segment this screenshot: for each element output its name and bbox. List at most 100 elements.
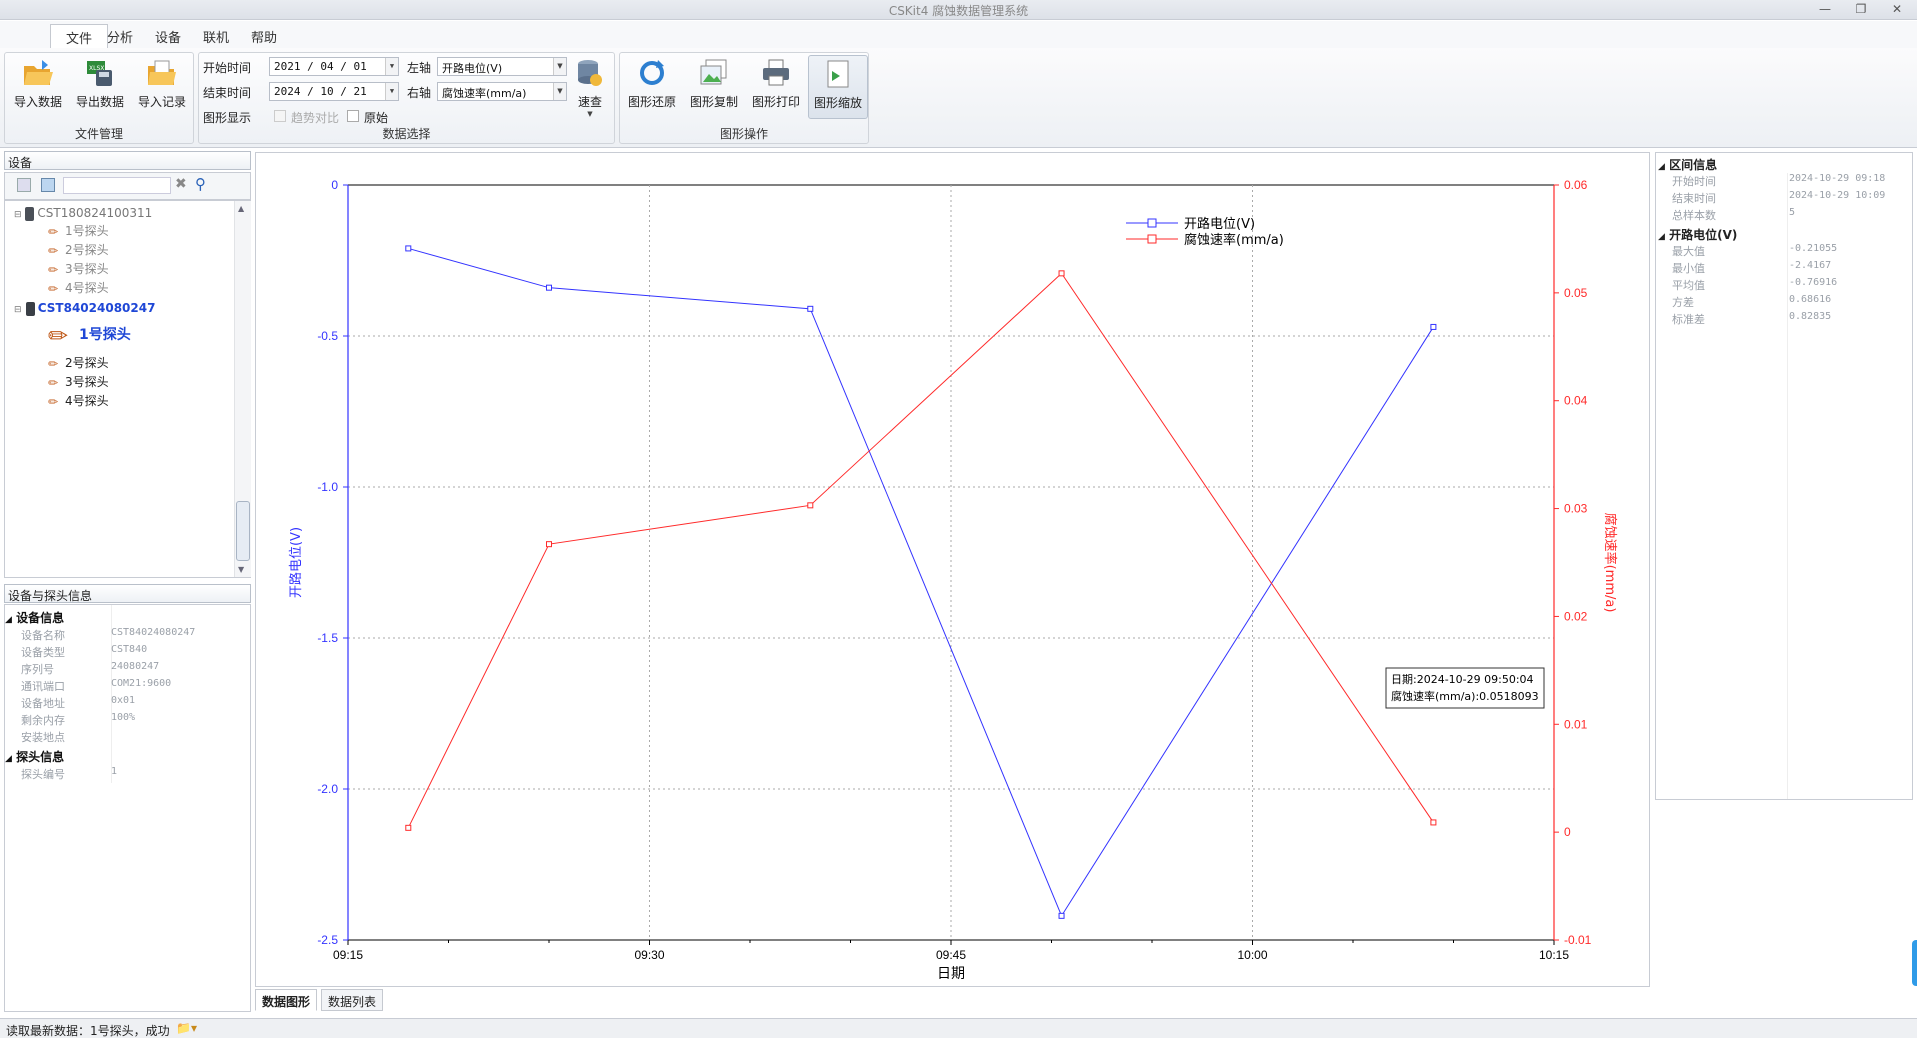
quick-query-button[interactable]: 速查 ▼ <box>569 58 611 118</box>
property-key: 标准差 <box>1672 313 1705 326</box>
chevron-down-icon[interactable]: ▼ <box>553 58 566 75</box>
property-row[interactable]: 探头编号 1 <box>5 766 245 783</box>
property-row[interactable]: 最小值 -2.4167 <box>1655 260 1895 277</box>
scroll-thumb[interactable] <box>236 501 250 561</box>
tree-probe-2-2[interactable]: ✏ 2号探头 <box>48 354 109 371</box>
trend-compare-label: 趋势对比 <box>291 111 340 125</box>
raw-axis-checkbox[interactable] <box>347 110 359 122</box>
import-data-button[interactable]: 导入数据 <box>8 58 68 112</box>
probe-label: 1号探头 <box>65 224 109 238</box>
menu-device[interactable]: 设备 <box>147 27 189 46</box>
tab-data-list[interactable]: 数据列表 <box>321 989 384 1011</box>
property-value: 100% <box>111 712 136 723</box>
graph-zoom-button[interactable]: 图形缩放 <box>808 55 868 119</box>
restore-icon[interactable]: ❐ <box>1848 1 1874 18</box>
clear-search-icon[interactable]: ✖ <box>175 176 187 192</box>
tooltip-line-1: 日期:2024-10-29 09:50:04 <box>1391 673 1534 686</box>
display-label: 图形显示 <box>203 111 252 125</box>
property-row[interactable]: 设备名称 CST84024080247 <box>5 627 245 644</box>
property-row[interactable]: 总样本数 5 <box>1655 207 1895 224</box>
tree-probe-1-1[interactable]: ✏ 1号探头 <box>48 222 109 239</box>
tree-scrollbar[interactable]: ▲ ▼ <box>234 201 251 577</box>
tree-probe-1-4[interactable]: ✏ 4号探头 <box>48 279 109 296</box>
tree-probe-1-3[interactable]: ✏ 3号探头 <box>48 260 109 277</box>
left-axis-select[interactable]: 开路电位(V) ▼ <box>437 57 567 76</box>
property-key: 最大值 <box>1672 245 1705 258</box>
side-tab-handle[interactable] <box>1912 940 1917 986</box>
tree-probe-2-3[interactable]: ✏ 3号探头 <box>48 373 109 390</box>
graph-restore-button[interactable]: 图形还原 <box>622 58 682 112</box>
probe-icon: ✏ <box>48 375 59 390</box>
device-search-input[interactable] <box>63 177 171 194</box>
search-icon[interactable]: ⚲ <box>195 175 206 193</box>
zoom-graph-icon <box>827 60 849 88</box>
data-point <box>807 305 814 312</box>
probe-label: 4号探头 <box>65 394 109 408</box>
category-label: 设备信息 <box>16 611 65 625</box>
ribbon: 导入数据 XLSX 导出数据 导入记录 文件管理 开始时间 2021 / 04 … <box>0 48 1917 148</box>
property-key: 最小值 <box>1672 262 1705 275</box>
chevron-down-icon[interactable]: ▼ <box>385 58 398 75</box>
property-row[interactable]: 通讯端口 COM21:9600 <box>5 678 245 695</box>
tree-probe-2-4[interactable]: ✏ 4号探头 <box>48 392 109 409</box>
tree-device-2[interactable]: ⊟ CST84024080247 <box>14 301 155 316</box>
status-bar: 读取最新数据：1号探头，成功 📁▾ <box>0 1018 1917 1038</box>
close-icon[interactable]: ✕ <box>1884 1 1910 18</box>
graph-zoom-label: 图形缩放 <box>813 96 862 110</box>
probe-info-category[interactable]: ◢ 探头信息 <box>5 748 64 765</box>
property-value: -0.76916 <box>1789 277 1838 288</box>
scroll-down-icon[interactable]: ▼ <box>238 565 244 574</box>
property-key: 方差 <box>1672 296 1694 309</box>
property-value: 5 <box>1789 207 1796 218</box>
start-time-field[interactable]: 2021 / 04 / 01 ▼ <box>269 57 399 76</box>
property-row[interactable]: 设备地址 0x01 <box>5 695 245 712</box>
property-row[interactable]: 结束时间 2024-10-29 10:09 <box>1655 190 1895 207</box>
right-axis-select[interactable]: 腐蚀速率(mm/a) ▼ <box>437 82 567 101</box>
tree-probe-1-2[interactable]: ✏ 2号探头 <box>48 241 109 258</box>
import-record-button[interactable]: 导入记录 <box>132 58 192 112</box>
property-key: 开始时间 <box>1672 175 1716 188</box>
property-row[interactable]: 剩余内存 100% <box>5 712 245 729</box>
property-value: 2024-10-29 10:09 <box>1789 190 1886 201</box>
property-key: 设备类型 <box>21 646 65 659</box>
ocp-category[interactable]: ◢ 开路电位(V) <box>1658 226 1737 243</box>
property-row[interactable]: 标准差 0.82835 <box>1655 311 1895 328</box>
property-row[interactable]: 开始时间 2024-10-29 09:18 <box>1655 173 1895 190</box>
left-tick-label: -1.0 <box>317 480 338 494</box>
export-data-button[interactable]: XLSX 导出数据 <box>70 58 130 112</box>
collapse-all-icon[interactable] <box>17 178 31 192</box>
trend-compare-checkbox[interactable] <box>274 110 286 122</box>
graph-copy-button[interactable]: 图形复制 <box>684 58 744 112</box>
expand-all-icon[interactable] <box>41 178 55 192</box>
status-folder-icon[interactable]: 📁▾ <box>176 1021 197 1035</box>
property-row[interactable]: 设备类型 CST840 <box>5 644 245 661</box>
range-info-category[interactable]: ◢ 区间信息 <box>1658 156 1717 173</box>
tree-probe-2-1[interactable]: ✏ 1号探头 <box>48 322 131 350</box>
data-chart[interactable]: 09:15 09:30 09:45 10:00 10:15 0 -0.5 -1.0 -1.5 -2… <box>256 153 1649 986</box>
minimize-icon[interactable]: — <box>1812 1 1838 18</box>
device-panel-header: 设备 <box>4 151 251 170</box>
chevron-down-icon[interactable]: ▼ <box>385 83 398 100</box>
scroll-up-icon[interactable]: ▲ <box>238 204 244 213</box>
tree-device-1[interactable]: ⊟ CST180824100311 <box>14 206 152 221</box>
menu-help[interactable]: 帮助 <box>243 27 285 46</box>
graph-group-label: 图形操作 <box>719 127 768 141</box>
menu-analysis[interactable]: 分析 <box>99 27 141 46</box>
device-info-category[interactable]: ◢ 设备信息 <box>5 609 64 626</box>
property-row[interactable]: 最大值 -0.21055 <box>1655 243 1895 260</box>
property-row[interactable]: 平均值 -0.76916 <box>1655 277 1895 294</box>
property-row[interactable]: 方差 0.68616 <box>1655 294 1895 311</box>
graph-print-button[interactable]: 图形打印 <box>746 58 806 112</box>
property-row[interactable]: 序列号 24080247 <box>5 661 245 678</box>
menu-connect[interactable]: 联机 <box>195 27 237 46</box>
data-point <box>405 824 412 831</box>
menu-bar: 文件 分析 设备 联机 帮助 <box>0 21 1917 48</box>
probe-icon: ✏ <box>48 281 59 296</box>
tab-data-graph[interactable]: 数据图形 <box>255 989 318 1011</box>
category-label: 开路电位(V) <box>1669 228 1738 242</box>
end-time-field[interactable]: 2024 / 10 / 21 ▼ <box>269 82 399 101</box>
chevron-down-icon[interactable]: ▼ <box>553 83 566 100</box>
property-row[interactable]: 安装地点 <box>5 729 245 746</box>
end-time-value: 2024 / 10 / 21 <box>274 85 367 98</box>
right-tick-label: 0.05 <box>1564 286 1588 300</box>
